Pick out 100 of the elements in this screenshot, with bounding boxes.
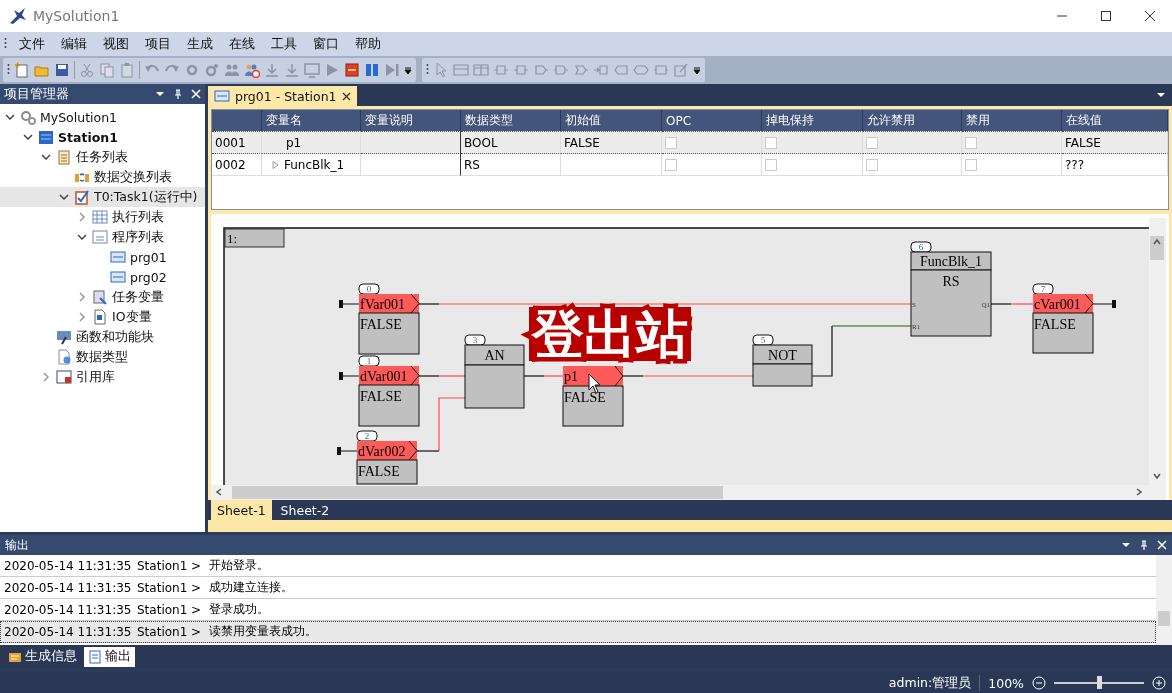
sheet-tab[interactable]: Sheet-1: [211, 500, 272, 520]
checkbox[interactable]: [866, 158, 878, 171]
scroll-up-icon[interactable]: [1153, 238, 1161, 245]
dropdown-icon[interactable]: [155, 89, 165, 99]
tree-label: prg02: [130, 269, 167, 285]
block-icon[interactable]: [553, 62, 569, 78]
menu-item[interactable]: 帮助: [347, 35, 389, 53]
chevron-icon[interactable]: [22, 131, 34, 143]
block-type: RS: [942, 274, 960, 289]
checkbox[interactable]: [866, 136, 878, 149]
menu-item[interactable]: 项目: [137, 35, 179, 53]
scrollbar-thumb[interactable]: [1150, 236, 1164, 260]
block-icon[interactable]: [613, 62, 629, 78]
log-row[interactable]: 2020-05-14 11:31:35 Station1 > 读禁用变量表成功。: [0, 621, 1156, 643]
cursor-icon: [588, 373, 601, 394]
scroll-left-icon[interactable]: [215, 488, 222, 496]
dropdown-icon[interactable]: [1156, 90, 1166, 100]
log-source: Station1 >: [137, 580, 203, 595]
block-icon[interactable]: [653, 62, 669, 78]
overflow-icon[interactable]: [404, 65, 412, 75]
scroll-down-icon[interactable]: [1153, 473, 1161, 480]
menu-item[interactable]: 工具: [263, 35, 305, 53]
users-icon[interactable]: [224, 62, 240, 78]
paste-icon[interactable]: [119, 62, 135, 78]
app-logo-icon: [9, 7, 27, 25]
variables-icon: [92, 289, 108, 305]
checkbox[interactable]: [665, 158, 677, 171]
zoom-in-icon[interactable]: [1152, 676, 1166, 690]
variable-value: FALSE: [360, 389, 402, 404]
list-icon: [92, 229, 108, 245]
chevron-icon[interactable]: [58, 191, 70, 203]
document-tab[interactable]: prg01 - Station1: [208, 86, 357, 106]
cut-icon[interactable]: [79, 62, 95, 78]
stop-icon[interactable]: [344, 62, 360, 78]
log-row[interactable]: 2020-05-14 11:31:35 Station1 > 成功建立连接。: [0, 577, 1156, 599]
variable-name: p1: [564, 369, 578, 384]
pin-icon[interactable]: [173, 88, 183, 100]
block-icon[interactable]: [513, 62, 529, 78]
pin-icon[interactable]: [1139, 539, 1149, 551]
pause-icon[interactable]: [364, 62, 380, 78]
chevron-icon[interactable]: [40, 151, 52, 163]
panel-tab[interactable]: 输出: [84, 646, 135, 667]
log-message: 登录成功。: [209, 601, 269, 618]
block-icon[interactable]: [633, 62, 649, 78]
scroll-right-icon[interactable]: [1136, 488, 1143, 496]
chevron-icon[interactable]: [76, 231, 88, 243]
sheet-tab[interactable]: Sheet-2: [274, 500, 336, 520]
data-type-icon: [56, 349, 72, 365]
variable-block[interactable]: 2 dVar002 FALSE: [356, 430, 418, 485]
scrollbar-thumb[interactable]: [232, 486, 723, 499]
menu-item[interactable]: 生成: [179, 35, 221, 53]
checkbox[interactable]: [765, 136, 777, 149]
monitor-icon[interactable]: [304, 62, 320, 78]
checkbox[interactable]: [965, 136, 977, 149]
block-number: 1: [366, 356, 372, 366]
chevron-icon[interactable]: [4, 111, 16, 123]
menu-item[interactable]: 文件: [11, 35, 53, 53]
log-source: Station1 >: [137, 558, 203, 573]
log-row[interactable]: 2020-05-14 11:31:35 Station1 > 开始登录。: [0, 555, 1156, 577]
clipboard-icon: [56, 149, 72, 165]
close-icon[interactable]: [341, 91, 351, 101]
block-number: 2: [364, 431, 370, 441]
table-icon[interactable]: [453, 62, 469, 78]
block-icon[interactable]: [593, 62, 609, 78]
overflow-icon[interactable]: [693, 65, 701, 75]
table-cell: ???: [1062, 154, 1168, 176]
close-icon[interactable]: [1144, 10, 1156, 22]
save-icon[interactable]: [54, 62, 70, 78]
zoom-out-icon[interactable]: [1032, 676, 1046, 690]
users-icon[interactable]: [244, 62, 260, 78]
checkbox[interactable]: [965, 158, 977, 171]
checkbox[interactable]: [665, 136, 677, 149]
menu-item[interactable]: 在线: [221, 35, 263, 53]
menu-item[interactable]: 视图: [95, 35, 137, 53]
maximize-icon[interactable]: [1100, 10, 1112, 22]
download-icon[interactable]: [284, 62, 300, 78]
play-icon[interactable]: [324, 62, 340, 78]
menu-item[interactable]: 编辑: [53, 35, 95, 53]
checkbox[interactable]: [765, 158, 777, 171]
column-header: 数据类型: [461, 110, 561, 131]
block-icon[interactable]: [493, 62, 509, 78]
scrollbar[interactable]: [1156, 555, 1172, 645]
menu-item[interactable]: 窗口: [305, 35, 347, 53]
tree-label: 函数和功能块: [76, 328, 154, 346]
table-cell: BOOL: [461, 131, 561, 154]
copy-icon[interactable]: [99, 62, 115, 78]
expand-icon[interactable]: [272, 160, 280, 169]
table-icon[interactable]: [473, 62, 489, 78]
dropdown-icon[interactable]: [1121, 540, 1131, 550]
tree-label: 任务变量: [112, 288, 164, 306]
function-block[interactable]: 5 NOT: [752, 334, 813, 387]
pointer-icon[interactable]: [433, 62, 449, 78]
block-number: 5: [760, 335, 766, 345]
download-icon[interactable]: [264, 62, 280, 78]
block-icon[interactable]: [573, 62, 589, 78]
block-icon[interactable]: [533, 62, 549, 78]
panel-tab[interactable]: 生成信息: [4, 646, 81, 667]
variable-name: p1: [286, 135, 302, 150]
new-file-icon[interactable]: [14, 62, 30, 78]
slider-thumb[interactable]: [1097, 676, 1102, 689]
